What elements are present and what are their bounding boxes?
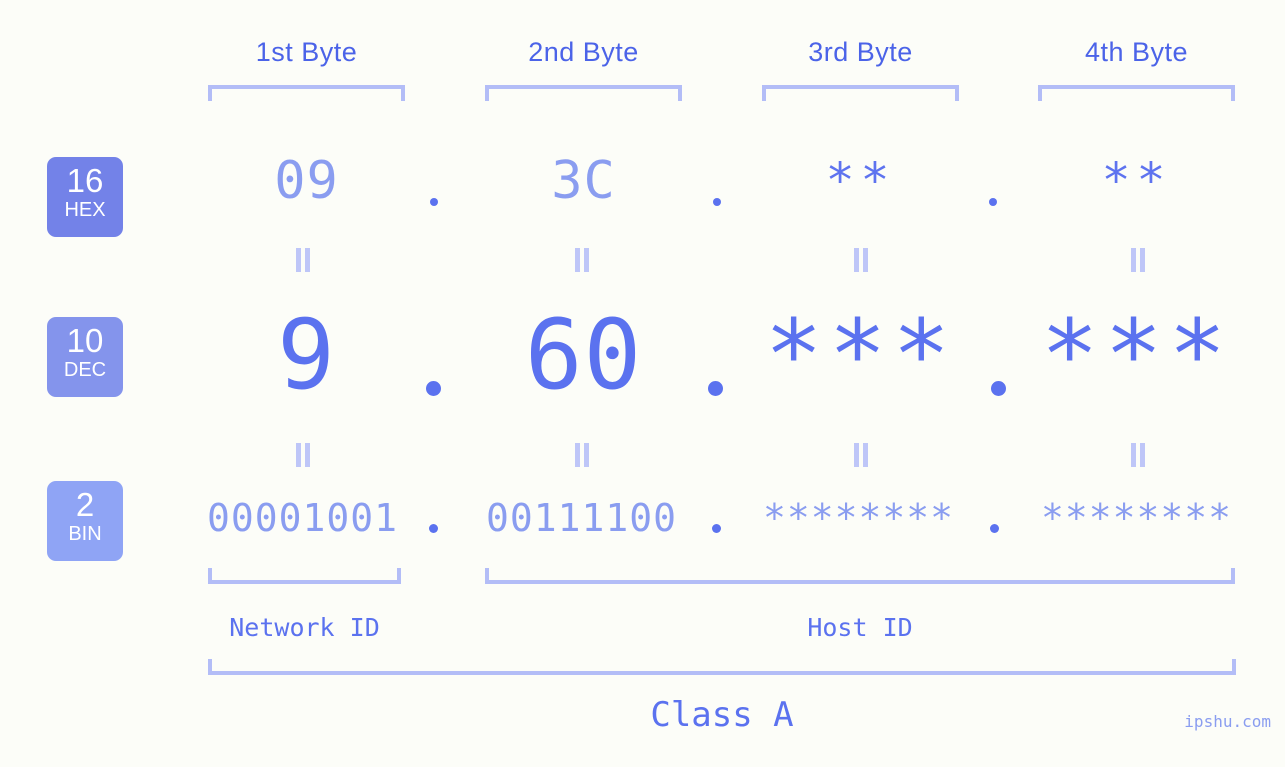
byte-bracket-1 xyxy=(208,85,405,101)
byte-header-2-label: 2nd Byte xyxy=(528,37,639,67)
byte-header-3-label: 3rd Byte xyxy=(808,37,913,67)
byte-header-1: 1st Byte xyxy=(208,32,405,72)
dec-separator-dot-1 xyxy=(426,381,441,396)
ip-address-breakdown-diagram: 1st Byte 2nd Byte 3rd Byte 4th Byte 16 H… xyxy=(0,0,1285,767)
equals-mark-dec-bin-3 xyxy=(853,443,869,467)
dec-byte-1: 9 xyxy=(277,299,336,411)
bin-separator-dot-1 xyxy=(429,524,438,533)
hex-byte-3: ** xyxy=(825,153,896,209)
radix-badge-dec: 10 DEC xyxy=(47,317,123,397)
byte-header-4: 4th Byte xyxy=(1038,32,1235,72)
byte-header-4-label: 4th Byte xyxy=(1084,37,1189,67)
bin-byte-3: ******** xyxy=(762,496,955,540)
dec-separator-dot-2 xyxy=(708,381,723,396)
dec-byte-4: *** xyxy=(1040,299,1233,411)
radix-badge-hex-number: 16 xyxy=(66,162,104,199)
network-id-label: Network ID xyxy=(229,613,380,642)
radix-badge-hex-label: HEX xyxy=(64,199,106,221)
radix-badge-bin-label: BIN xyxy=(68,523,102,545)
hex-byte-1: 09 xyxy=(274,151,339,211)
equals-mark-hex-dec-3 xyxy=(853,248,869,272)
radix-badge-dec-number: 10 xyxy=(66,322,104,359)
host-id-bracket xyxy=(485,568,1235,584)
byte-bracket-4 xyxy=(1038,85,1235,101)
dec-byte-3: *** xyxy=(764,299,957,411)
network-id-bracket xyxy=(208,568,401,584)
radix-badge-bin: 2 BIN xyxy=(47,481,123,561)
watermark: ipshu.com xyxy=(1184,712,1271,731)
hex-byte-2: 3C xyxy=(551,151,616,211)
bin-byte-2: 00111100 xyxy=(485,496,678,540)
radix-badge-bin-number: 2 xyxy=(75,486,95,523)
class-bracket xyxy=(208,659,1236,675)
bin-separator-dot-2 xyxy=(712,524,721,533)
equals-mark-hex-dec-4 xyxy=(1130,248,1146,272)
hex-separator-dot-2 xyxy=(713,198,721,206)
host-id-label: Host ID xyxy=(807,613,913,642)
equals-mark-dec-bin-4 xyxy=(1130,443,1146,467)
bin-byte-4: ******** xyxy=(1040,496,1233,540)
dec-separator-dot-3 xyxy=(991,381,1006,396)
radix-badge-hex: 16 HEX xyxy=(47,157,123,237)
hex-separator-dot-1 xyxy=(430,198,438,206)
byte-header-3: 3rd Byte xyxy=(762,32,959,72)
hex-separator-dot-3 xyxy=(989,198,997,206)
bin-byte-1: 00001001 xyxy=(206,496,399,540)
equals-mark-dec-bin-1 xyxy=(295,443,311,467)
byte-header-1-label: 1st Byte xyxy=(255,37,358,67)
hex-byte-4: ** xyxy=(1101,153,1172,209)
equals-mark-hex-dec-2 xyxy=(574,248,590,272)
byte-bracket-3 xyxy=(762,85,959,101)
equals-mark-dec-bin-2 xyxy=(574,443,590,467)
class-label: Class A xyxy=(650,695,794,735)
byte-bracket-2 xyxy=(485,85,682,101)
bin-separator-dot-3 xyxy=(990,524,999,533)
byte-header-2: 2nd Byte xyxy=(485,32,682,72)
radix-badge-dec-label: DEC xyxy=(63,359,107,381)
equals-mark-hex-dec-1 xyxy=(295,248,311,272)
dec-byte-2: 60 xyxy=(524,299,643,411)
